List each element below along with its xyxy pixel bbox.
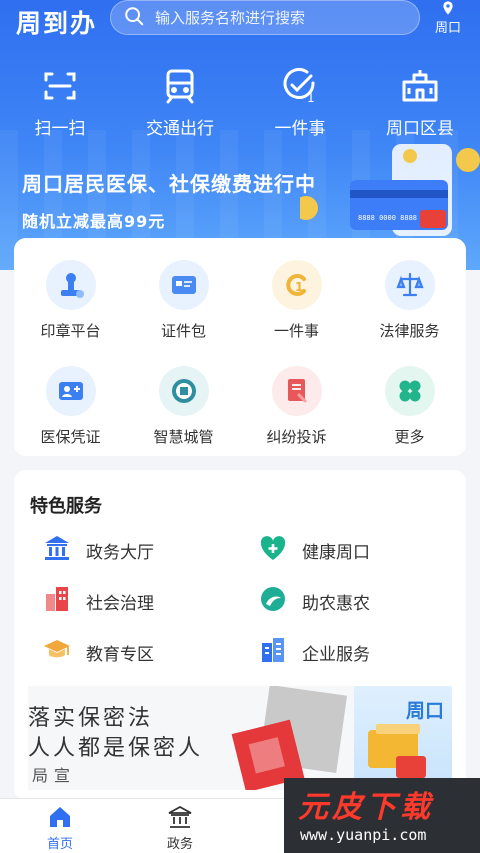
city-badge-icon xyxy=(158,366,209,416)
promo-side-panel: 周口 xyxy=(354,686,452,790)
service-label: 更多 xyxy=(394,428,425,446)
watermark: 元皮下载 www.yuanpi.com xyxy=(284,778,480,853)
quick-action-districts[interactable]: 周口区县 xyxy=(360,66,480,139)
featured-item-label: 政务大厅 xyxy=(86,542,154,563)
train-icon xyxy=(120,66,240,106)
buildings-icon xyxy=(42,584,72,618)
nav-home[interactable]: 首页 xyxy=(0,799,120,853)
service-more[interactable]: 更多 xyxy=(353,366,466,447)
app-title: 周到办 xyxy=(16,9,98,38)
service-label: 医保凭证 xyxy=(40,428,101,446)
quick-action-label: 一件事 xyxy=(274,119,326,139)
location-selector[interactable]: 周口 xyxy=(428,0,468,36)
complaint-doc-icon xyxy=(271,366,322,416)
government-icon xyxy=(120,804,240,830)
service-legal[interactable]: 法律服务 xyxy=(353,260,466,341)
banner-illustration: 8888 0000 8888 xyxy=(294,138,480,248)
watermark-logo: 元皮下载 xyxy=(298,790,434,825)
check-one-icon: 1 xyxy=(240,66,360,106)
health-heart-icon xyxy=(258,533,288,567)
featured-item-education[interactable]: 教育专区 xyxy=(42,636,154,668)
service-label: 法律服务 xyxy=(379,322,440,340)
service-seal-platform[interactable]: 印章平台 xyxy=(14,260,127,341)
svg-text:1: 1 xyxy=(295,280,303,294)
enterprise-icon xyxy=(258,635,288,669)
promo-line-3: 局宣 xyxy=(32,766,77,785)
nav-label: 政务 xyxy=(166,837,193,852)
location-label: 周口 xyxy=(434,21,461,36)
quick-action-one-thing[interactable]: 1 一件事 xyxy=(240,66,360,139)
stamp-icon xyxy=(45,260,96,310)
featured-item-enterprise[interactable]: 企业服务 xyxy=(258,636,370,668)
graduation-cap-icon xyxy=(42,635,72,669)
nav-government[interactable]: 政务 xyxy=(120,799,240,853)
service-medical-voucher[interactable]: 医保凭证 xyxy=(14,366,127,447)
quick-action-transport[interactable]: 交通出行 xyxy=(120,66,240,139)
promo-illustration xyxy=(228,686,358,790)
banner-subtitle: 随机立减最高99元 xyxy=(22,212,166,231)
featured-item-label: 企业服务 xyxy=(302,644,370,665)
featured-item-label: 健康周口 xyxy=(302,542,370,563)
service-label: 印章平台 xyxy=(40,322,101,340)
quick-action-label: 扫一扫 xyxy=(34,119,86,139)
search-icon xyxy=(123,5,145,31)
promo-banner[interactable]: 落实保密法 人人都是保密人 局宣 周口 xyxy=(28,686,452,790)
more-clover-icon xyxy=(384,366,435,416)
service-label: 纠纷投诉 xyxy=(266,428,327,446)
service-smart-city[interactable]: 智慧城管 xyxy=(127,366,240,447)
featured-item-gov-hall[interactable]: 政务大厅 xyxy=(42,534,154,566)
watermark-url: www.yuanpi.com xyxy=(300,826,427,844)
service-label: 证件包 xyxy=(160,322,206,340)
medical-card-icon xyxy=(45,366,96,416)
service-complaint[interactable]: 纠纷投诉 xyxy=(240,366,353,447)
nav-label: 首页 xyxy=(46,837,73,852)
banner-title[interactable]: 周口居民医保、社保缴费进行中 xyxy=(22,168,316,197)
promo-line-2: 人人都是保密人 xyxy=(28,736,204,761)
promo-line-1: 落实保密法 xyxy=(28,706,154,731)
hero-header: 周到办 输入服务名称进行搜索 周口 扫一扫 交通出行 1 一件事 周口区县 周口… xyxy=(0,0,480,270)
id-card-icon xyxy=(158,260,209,310)
building-icon xyxy=(360,66,480,106)
service-label: 智慧城管 xyxy=(153,428,214,446)
featured-title: 特色服务 xyxy=(30,496,102,517)
svg-text:1: 1 xyxy=(307,91,315,105)
featured-services-card: 特色服务 政务大厅 健康周口 社会治理 助农惠农 教育专区 企业服务 落实保密法… xyxy=(14,470,466,800)
g1-icon: 1 xyxy=(271,260,322,310)
quick-action-scan[interactable]: 扫一扫 xyxy=(0,66,120,139)
featured-item-agriculture[interactable]: 助农惠农 xyxy=(258,585,370,617)
home-icon xyxy=(0,804,120,830)
featured-item-label: 教育专区 xyxy=(86,644,154,665)
government-hall-icon xyxy=(42,533,72,567)
scales-icon xyxy=(384,260,435,310)
agriculture-icon xyxy=(258,584,288,618)
search-placeholder: 输入服务名称进行搜索 xyxy=(155,9,306,27)
search-bar[interactable]: 输入服务名称进行搜索 xyxy=(110,0,420,35)
featured-item-social-governance[interactable]: 社会治理 xyxy=(42,585,154,617)
service-one-thing[interactable]: 1 一件事 xyxy=(240,260,353,341)
featured-item-health[interactable]: 健康周口 xyxy=(258,534,370,566)
location-pin-icon xyxy=(428,0,468,16)
svg-text:8888 0000 8888: 8888 0000 8888 xyxy=(358,214,417,222)
featured-item-label: 社会治理 xyxy=(86,593,154,614)
quick-action-label: 交通出行 xyxy=(146,119,214,139)
featured-item-label: 助农惠农 xyxy=(302,593,370,614)
scan-icon xyxy=(0,66,120,106)
services-grid-card: 印章平台 证件包 1 一件事 法律服务 医保凭证 智慧城管 纠纷投诉 更多 xyxy=(14,238,466,456)
service-label: 一件事 xyxy=(273,322,319,340)
quick-action-label: 周口区县 xyxy=(386,119,454,139)
service-id-wallet[interactable]: 证件包 xyxy=(127,260,240,341)
